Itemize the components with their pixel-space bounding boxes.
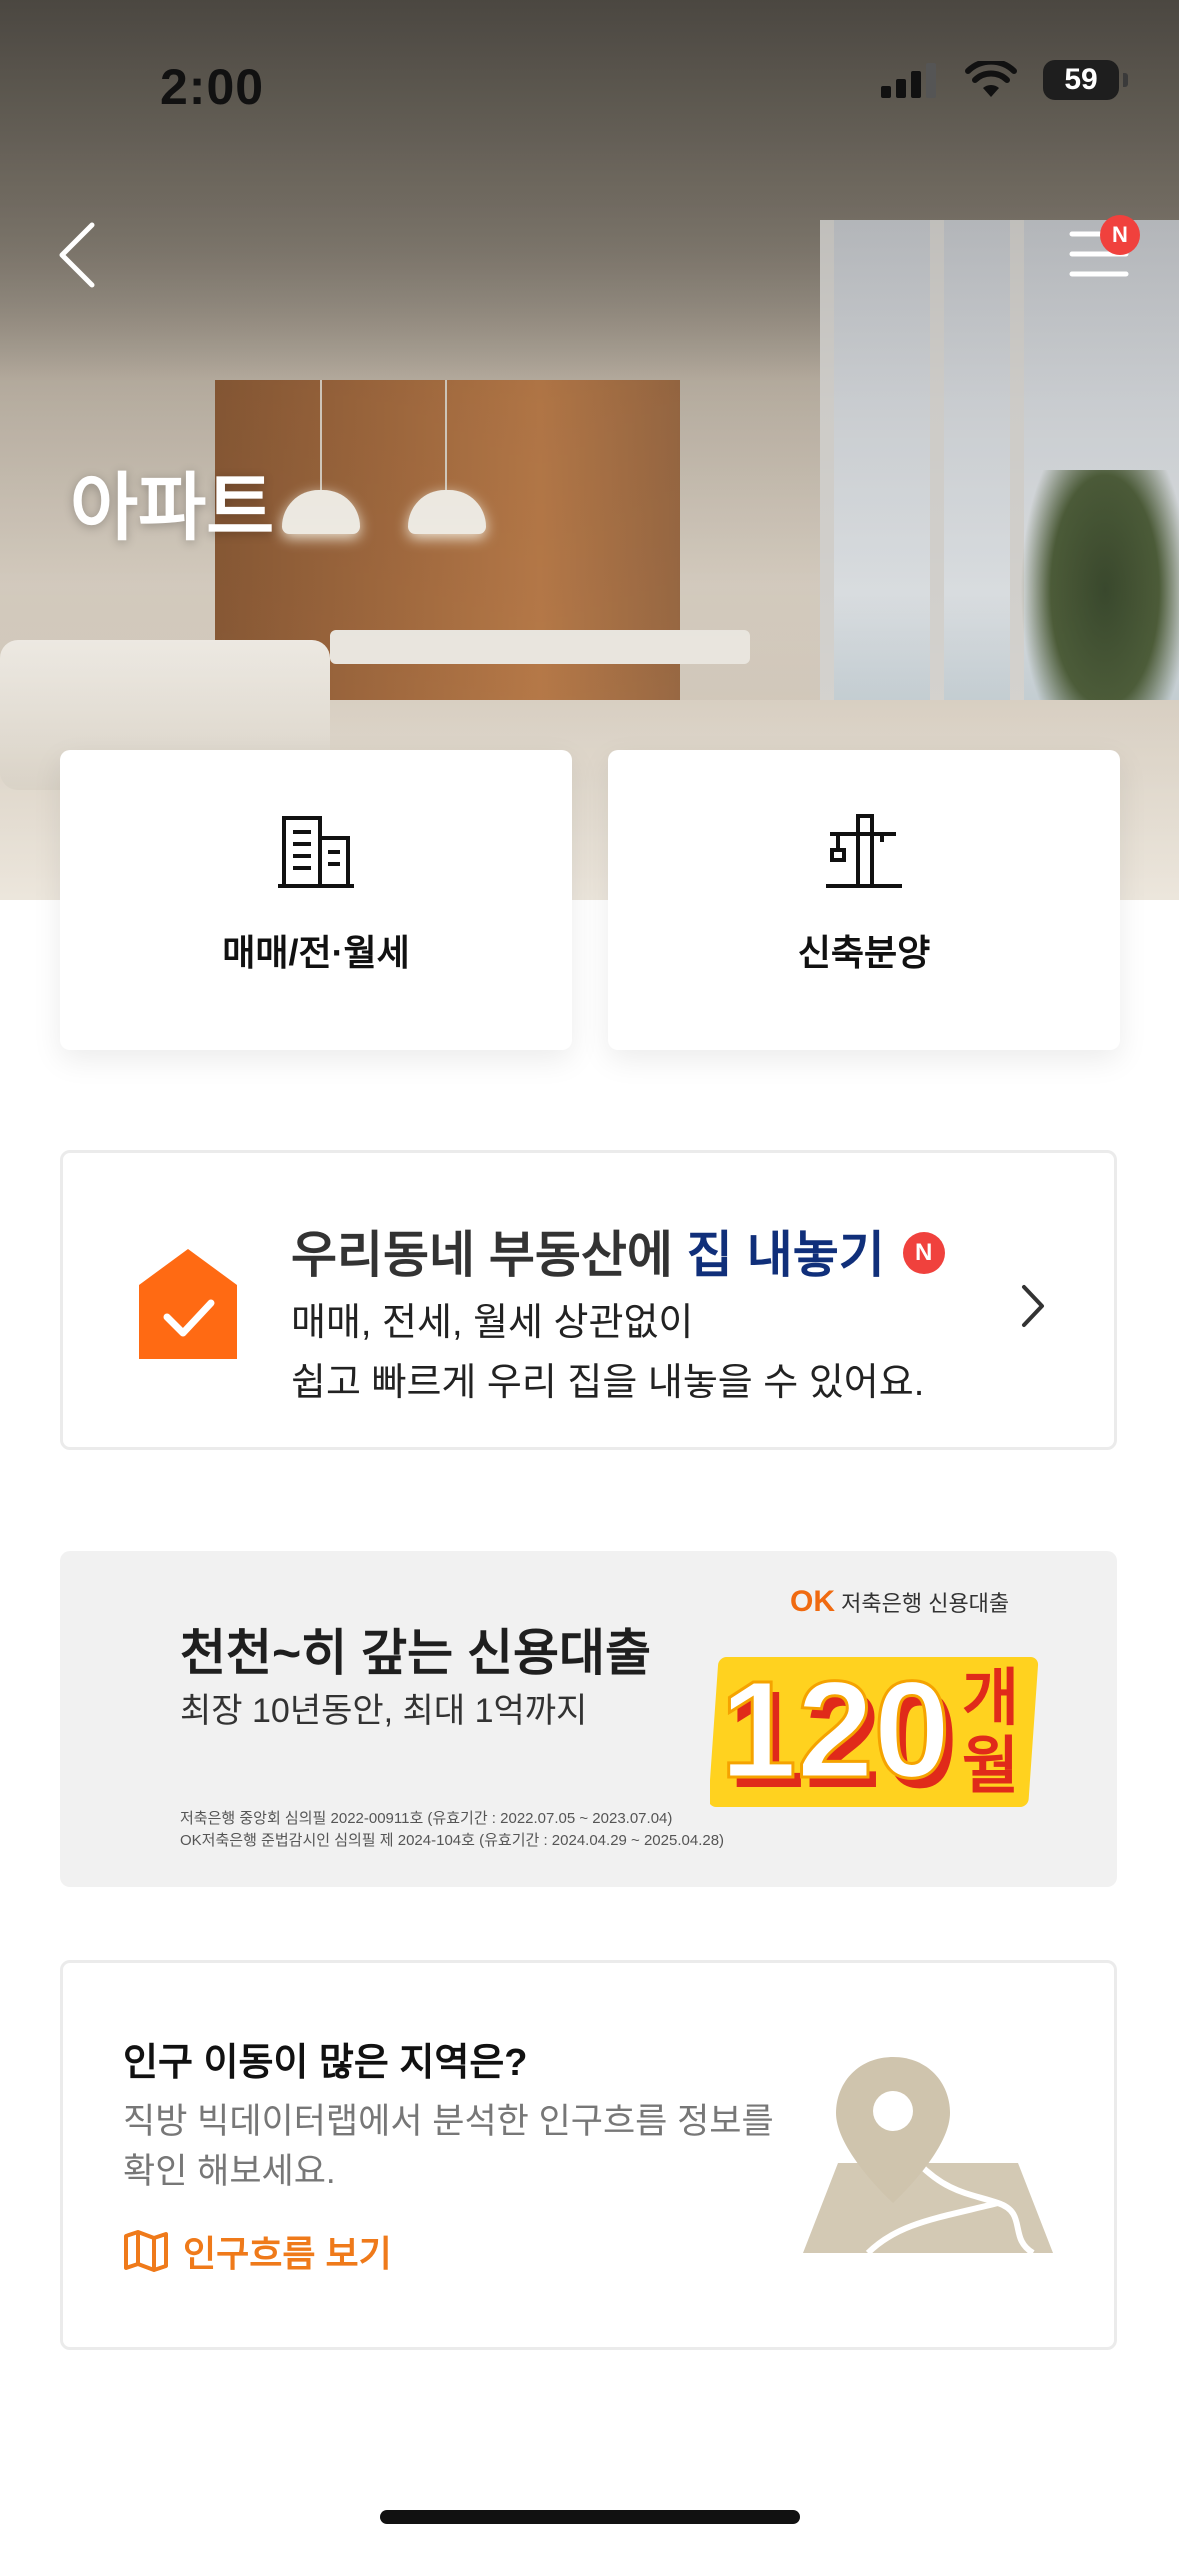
listing-desc-line2: 쉽고 빠르게 우리 집을 내놓을 수 있어요.: [291, 1362, 925, 1404]
ad-fine-print: OK저축은행 준법감시인 심의필 제 2024-104호 (유효기간 : 202…: [180, 1832, 725, 1849]
population-title: 인구 이동이 많은 지역은?: [123, 2042, 528, 2084]
chevron-left-icon: [59, 222, 95, 288]
population-desc-line1: 직방 빅데이터랩에서 분석한 인구흐름 정보를: [123, 2102, 774, 2141]
list-my-house-banner[interactable]: 우리동네 부동산에 집 내놓기 N 매매, 전세, 월세 상관없이 쉽고 빠르게 …: [60, 1150, 1117, 1450]
ad-fine-print: 저축은행 중앙회 심의필 2022-00911호 (유효기간 : 2022.07…: [180, 1810, 673, 1827]
new-presale-card[interactable]: 신축분양: [608, 750, 1120, 1050]
ad-big-number: 120: [720, 1653, 950, 1807]
new-badge: N: [902, 1231, 945, 1274]
home-indicator[interactable]: [380, 2510, 800, 2524]
loan-ad-banner[interactable]: OK 저축은행 신용대출 천천~히 갚는 신용대출 최장 10년동안, 최대 1…: [60, 1551, 1117, 1887]
battery-icon: 59: [1043, 60, 1128, 100]
page-title: 아파트: [70, 466, 275, 549]
building-icon: [278, 816, 354, 888]
category-label: 매매/전·월세: [222, 932, 410, 973]
population-desc-line2: 확인 해보세요.: [123, 2152, 336, 2191]
population-link-label: 인구흐름 보기: [183, 2233, 392, 2274]
battery-level: 59: [1064, 63, 1098, 96]
sale-rent-card[interactable]: 매매/전·월세: [60, 750, 572, 1050]
status-time: 2:00: [160, 59, 265, 115]
map-pin-icon: [803, 2057, 1053, 2256]
house-check-icon: [139, 1249, 237, 1359]
listing-title-highlight: 집 내놓기: [686, 1227, 885, 1283]
back-button[interactable]: [48, 215, 108, 295]
ad-unit-top: 개: [962, 1661, 1019, 1734]
ad-120-months-graphic: 120 120 개 월: [710, 1652, 1039, 1817]
status-icons: 59: [881, 60, 1128, 100]
listing-desc-line1: 매매, 전세, 월세 상관없이: [291, 1302, 694, 1344]
ad-headline: 천천~히 갚는 신용대출: [180, 1625, 651, 1681]
wifi-icon: [965, 61, 1017, 97]
ad-unit-bottom: 월: [962, 1729, 1019, 1802]
listing-title-prefix: 우리동네 부동산에: [291, 1227, 687, 1283]
map-icon: [124, 2230, 168, 2272]
ad-brand: OK 저축은행 신용대출: [790, 1585, 1009, 1619]
ad-brand-text: 저축은행 신용대출: [841, 1591, 1010, 1616]
signal-icon: [881, 63, 936, 98]
listing-title: 우리동네 부동산에 집 내놓기 N: [291, 1215, 945, 1287]
ok-logo: OK: [790, 1585, 835, 1618]
chevron-right-icon: [1022, 1285, 1044, 1327]
crane-icon: [826, 814, 902, 888]
new-badge: N: [1100, 215, 1140, 255]
population-flow-card[interactable]: 인구 이동이 많은 지역은? 직방 빅데이터랩에서 분석한 인구흐름 정보를 확…: [60, 1960, 1117, 2350]
population-flow-link[interactable]: 인구흐름 보기: [123, 2225, 392, 2277]
ad-subline: 최장 10년동안, 최대 1억까지: [180, 1692, 588, 1730]
category-label: 신축분양: [797, 932, 931, 973]
